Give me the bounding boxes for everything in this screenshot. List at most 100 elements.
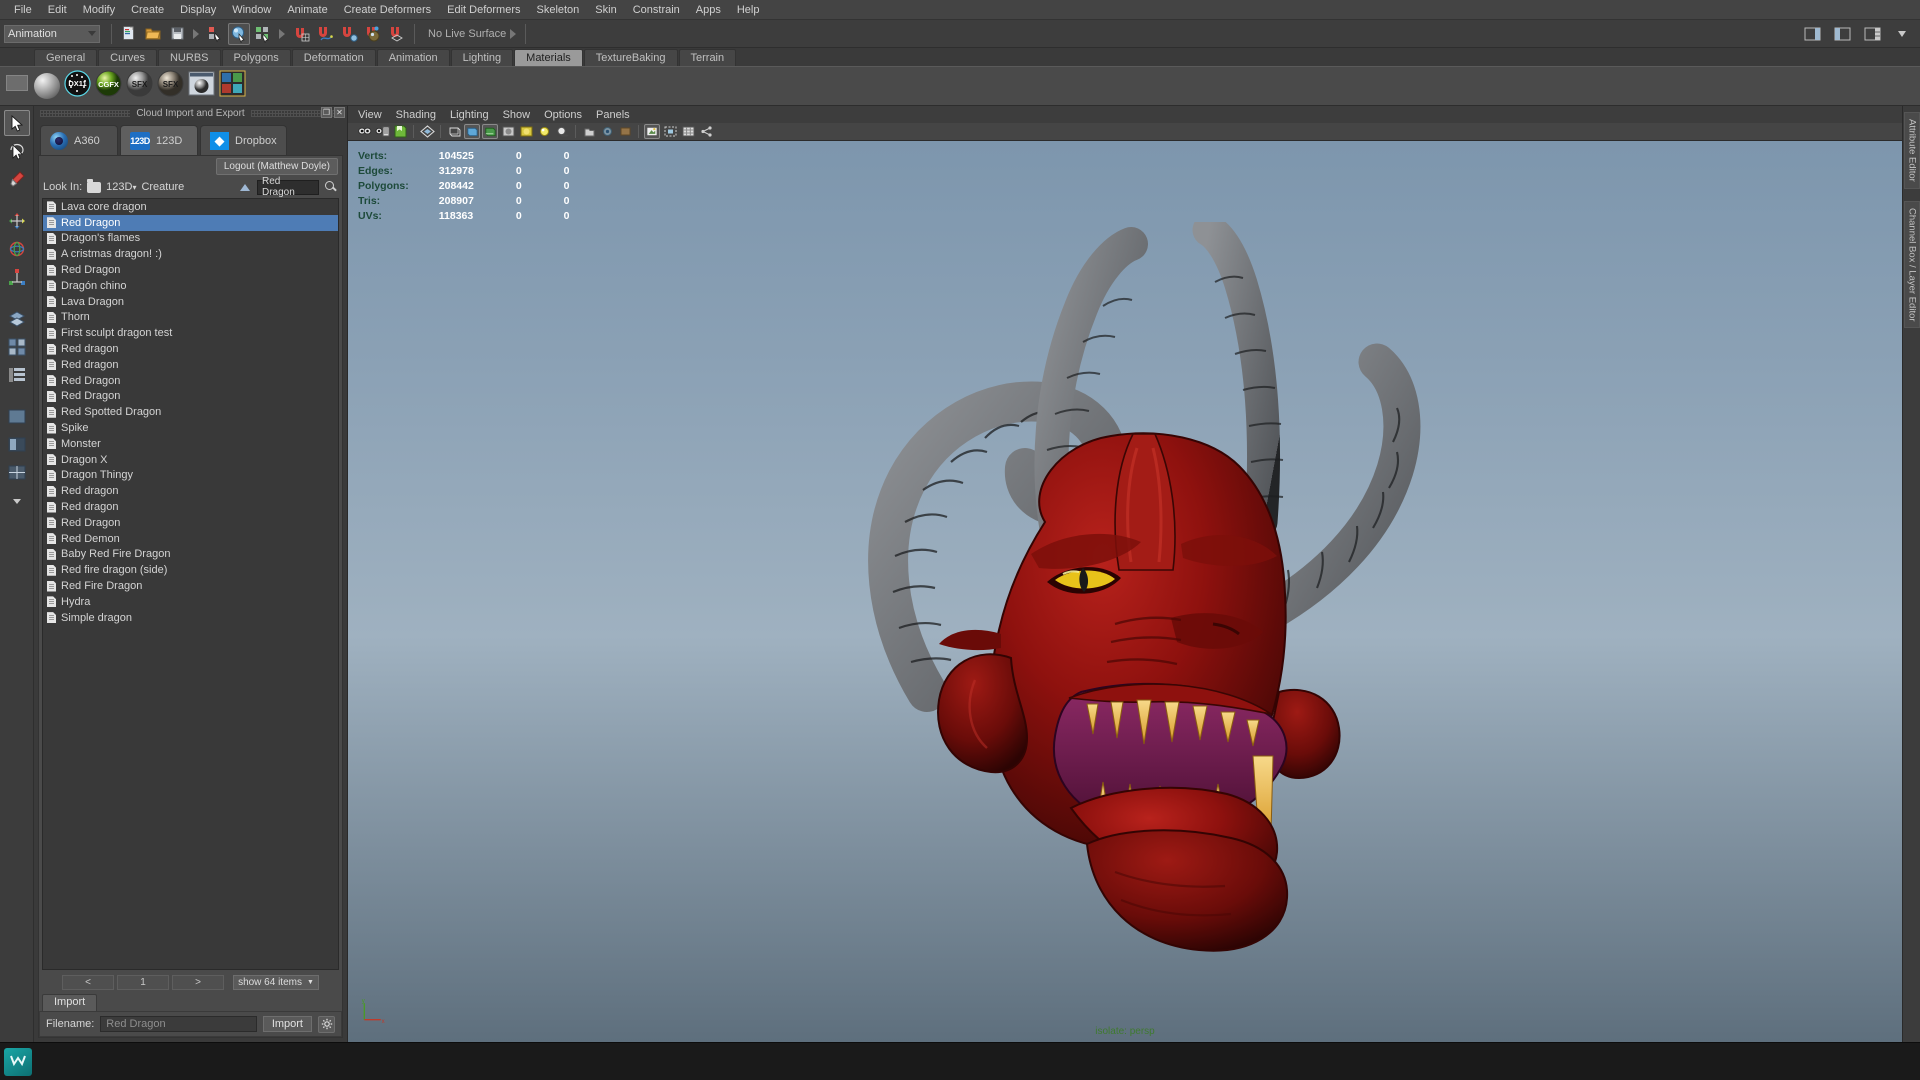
cloud-tab-a360[interactable]: A360 <box>40 125 118 155</box>
menu-item-skeleton[interactable]: Skeleton <box>528 2 587 18</box>
file-list-item[interactable]: Red dragon <box>43 341 338 357</box>
filename-input[interactable]: Red Dragon <box>100 1016 257 1032</box>
file-list-item[interactable]: Simple dragon <box>43 610 338 626</box>
sfx-shader-icon[interactable]: SFX <box>126 70 153 102</box>
toolbar-expand-icon-3[interactable] <box>510 28 517 39</box>
search-input[interactable]: Red Dragon <box>257 176 319 198</box>
shelf-tab-nurbs[interactable]: NURBS <box>157 49 221 66</box>
file-list-item[interactable]: Red Spotted Dragon <box>43 404 338 420</box>
cloud-tab-123d[interactable]: 123D 123D <box>120 125 198 155</box>
snap-to-view-plane-icon[interactable] <box>386 23 408 45</box>
menu-item-animate[interactable]: Animate <box>279 2 335 18</box>
file-list-item[interactable]: A cristmas dragon! :) <box>43 246 338 262</box>
file-list-item[interactable]: Dragon's flames <box>43 231 338 247</box>
shelf-tab-polygons[interactable]: Polygons <box>221 49 291 66</box>
menu-item-constrain[interactable]: Constrain <box>625 2 688 18</box>
viewport-menu-shading[interactable]: Shading <box>396 109 436 121</box>
file-list[interactable]: Lava core dragon Red Dragon Dragon's flame… <box>42 198 339 970</box>
file-list-item[interactable]: Monster <box>43 436 338 452</box>
lasso-select-icon[interactable] <box>4 138 30 164</box>
menu-item-display[interactable]: Display <box>172 2 224 18</box>
menuset-dropdown[interactable]: Animation <box>4 24 100 43</box>
menu-item-skin[interactable]: Skin <box>587 2 624 18</box>
next-page-button[interactable]: > <box>172 974 225 990</box>
shadows-icon[interactable] <box>554 124 570 139</box>
file-list-item[interactable]: Dragon X <box>43 452 338 468</box>
search-icon[interactable] <box>324 180 338 194</box>
layout-hypershade-icon[interactable] <box>4 460 30 486</box>
file-list-item[interactable]: Red fire dragon (side) <box>43 562 338 578</box>
breadcrumb-root[interactable]: 123D▾ <box>106 181 136 193</box>
menu-item-create-deformers[interactable]: Create Deformers <box>336 2 439 18</box>
workspace-menu-icon[interactable] <box>1891 23 1913 45</box>
viewport-renderer-icon[interactable] <box>644 124 660 139</box>
cgfx-shader-icon[interactable]: CGFX <box>95 70 122 102</box>
file-list-item[interactable]: Red dragon <box>43 499 338 515</box>
menu-item-help[interactable]: Help <box>729 2 768 18</box>
file-list-item[interactable]: Red Dragon <box>43 515 338 531</box>
select-by-component-icon[interactable] <box>228 22 250 45</box>
panel-drag-handle-left[interactable] <box>40 110 131 117</box>
file-list-item[interactable]: First sculpt dragon test <box>43 325 338 341</box>
shelf-tab-curves[interactable]: Curves <box>98 49 157 66</box>
shelf-options-icon[interactable] <box>6 75 28 91</box>
shelf-tab-general[interactable]: General <box>34 49 98 66</box>
file-list-item[interactable]: Baby Red Fire Dragon <box>43 547 338 563</box>
up-one-level-icon[interactable] <box>237 180 252 195</box>
snap-to-curve-icon[interactable] <box>314 23 336 45</box>
file-list-item[interactable]: Thorn <box>43 310 338 326</box>
xray-joints-icon[interactable] <box>617 124 633 139</box>
move-tool-icon[interactable] <box>4 208 30 234</box>
viewport-menu-panels[interactable]: Panels <box>596 109 630 121</box>
prev-page-button[interactable]: < <box>62 974 115 990</box>
shelf-tab-terrain[interactable]: Terrain <box>678 49 737 66</box>
menu-item-edit[interactable]: Edit <box>40 2 75 18</box>
current-page-button[interactable]: 1 <box>117 974 170 990</box>
menu-item-file[interactable]: File <box>6 2 40 18</box>
menu-item-create[interactable]: Create <box>123 2 172 18</box>
shelf-tab-lighting[interactable]: Lighting <box>450 49 514 66</box>
shelf-tab-texturebaking[interactable]: TextureBaking <box>583 49 678 66</box>
viewport-menu-view[interactable]: View <box>358 109 382 121</box>
menu-item-modify[interactable]: Modify <box>75 2 123 18</box>
file-list-item[interactable]: Red Fire Dragon <box>43 578 338 594</box>
shelf-tab-materials[interactable]: Materials <box>514 49 583 66</box>
file-list-item[interactable]: Lava core dragon <box>43 199 338 215</box>
share-viewport-icon[interactable] <box>698 124 714 139</box>
show-manipulator-icon[interactable] <box>4 334 30 360</box>
snap-to-point-icon[interactable] <box>338 23 360 45</box>
file-list-item[interactable]: Dragon Thingy <box>43 468 338 484</box>
image-plane-icon[interactable] <box>419 124 435 139</box>
viewport-menu-options[interactable]: Options <box>544 109 582 121</box>
menu-item-window[interactable]: Window <box>224 2 279 18</box>
cloud-tab-dropbox[interactable]: ◆ Dropbox <box>200 125 287 155</box>
smooth-shade-all-icon[interactable] <box>464 124 480 139</box>
select-by-hierarchy-icon[interactable] <box>252 23 274 45</box>
dx11-shader-icon[interactable]: DX11 <box>64 70 91 102</box>
rotate-tool-icon[interactable] <box>4 236 30 262</box>
file-list-item[interactable]: Red dragon <box>43 483 338 499</box>
dock-tab-channel-box-layer-editor[interactable]: Channel Box / Layer Editor <box>1903 200 1920 329</box>
menu-item-edit-deformers[interactable]: Edit Deformers <box>439 2 528 18</box>
dock-tab-attribute-editor[interactable]: Attribute Editor <box>1903 112 1920 189</box>
select-camera-icon[interactable] <box>356 124 372 139</box>
viewport-menu-lighting[interactable]: Lighting <box>450 109 489 121</box>
layout-single-icon[interactable] <box>4 404 30 430</box>
logout-button[interactable]: Logout (Matthew Doyle) <box>215 157 338 175</box>
save-scene-icon[interactable] <box>166 23 188 45</box>
import-button[interactable]: Import <box>262 1016 312 1032</box>
shelf-tab-deformation[interactable]: Deformation <box>291 49 376 66</box>
file-list-item[interactable]: Red dragon <box>43 357 338 373</box>
file-list-item[interactable]: Red Dragon <box>43 373 338 389</box>
show-tool-settings-icon[interactable] <box>1831 23 1853 45</box>
file-list-item[interactable]: Hydra <box>43 594 338 610</box>
tab-import[interactable]: Import <box>42 994 98 1011</box>
file-list-item[interactable]: Red Dragon <box>43 389 338 405</box>
layout-persp-outliner-icon[interactable] <box>4 432 30 458</box>
bookmark-icon[interactable] <box>392 124 408 139</box>
items-per-page-dropdown[interactable]: show 64 items ▼ <box>233 974 319 990</box>
last-tool-icon[interactable] <box>4 362 30 388</box>
texture-display-icon[interactable] <box>518 124 534 139</box>
use-all-lights-icon[interactable] <box>536 124 552 139</box>
use-default-material-icon[interactable] <box>500 124 516 139</box>
